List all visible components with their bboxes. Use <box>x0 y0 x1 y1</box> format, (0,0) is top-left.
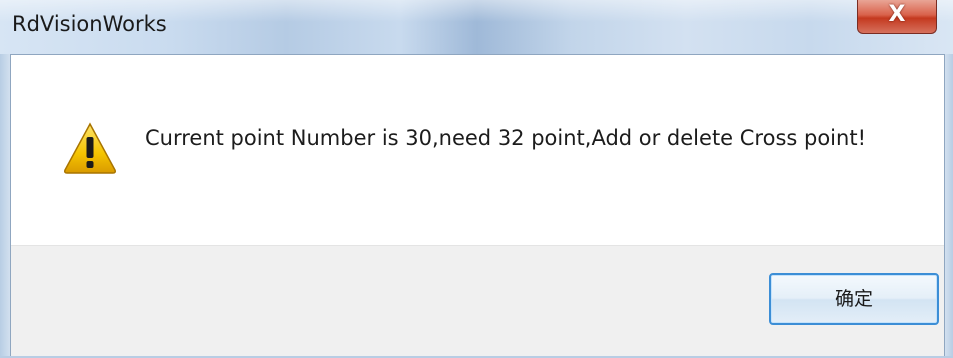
window-frame-left <box>0 54 10 358</box>
window-frame-right <box>945 54 953 358</box>
ok-button[interactable]: 确定 <box>769 273 939 325</box>
button-bar: 确定 <box>11 245 944 358</box>
window-title: RdVisionWorks <box>12 12 167 36</box>
close-button[interactable]: X <box>857 0 937 34</box>
message-area: Current point Number is 30,need 32 point… <box>11 55 944 245</box>
message-dialog: RdVisionWorks X Current point Number is <box>0 0 953 358</box>
message-text: Current point Number is 30,need 32 point… <box>145 126 866 150</box>
warning-icon <box>64 122 116 174</box>
close-icon: X <box>888 2 906 27</box>
dialog-content: Current point Number is 30,need 32 point… <box>10 54 945 358</box>
title-bar[interactable]: RdVisionWorks X <box>0 0 953 54</box>
